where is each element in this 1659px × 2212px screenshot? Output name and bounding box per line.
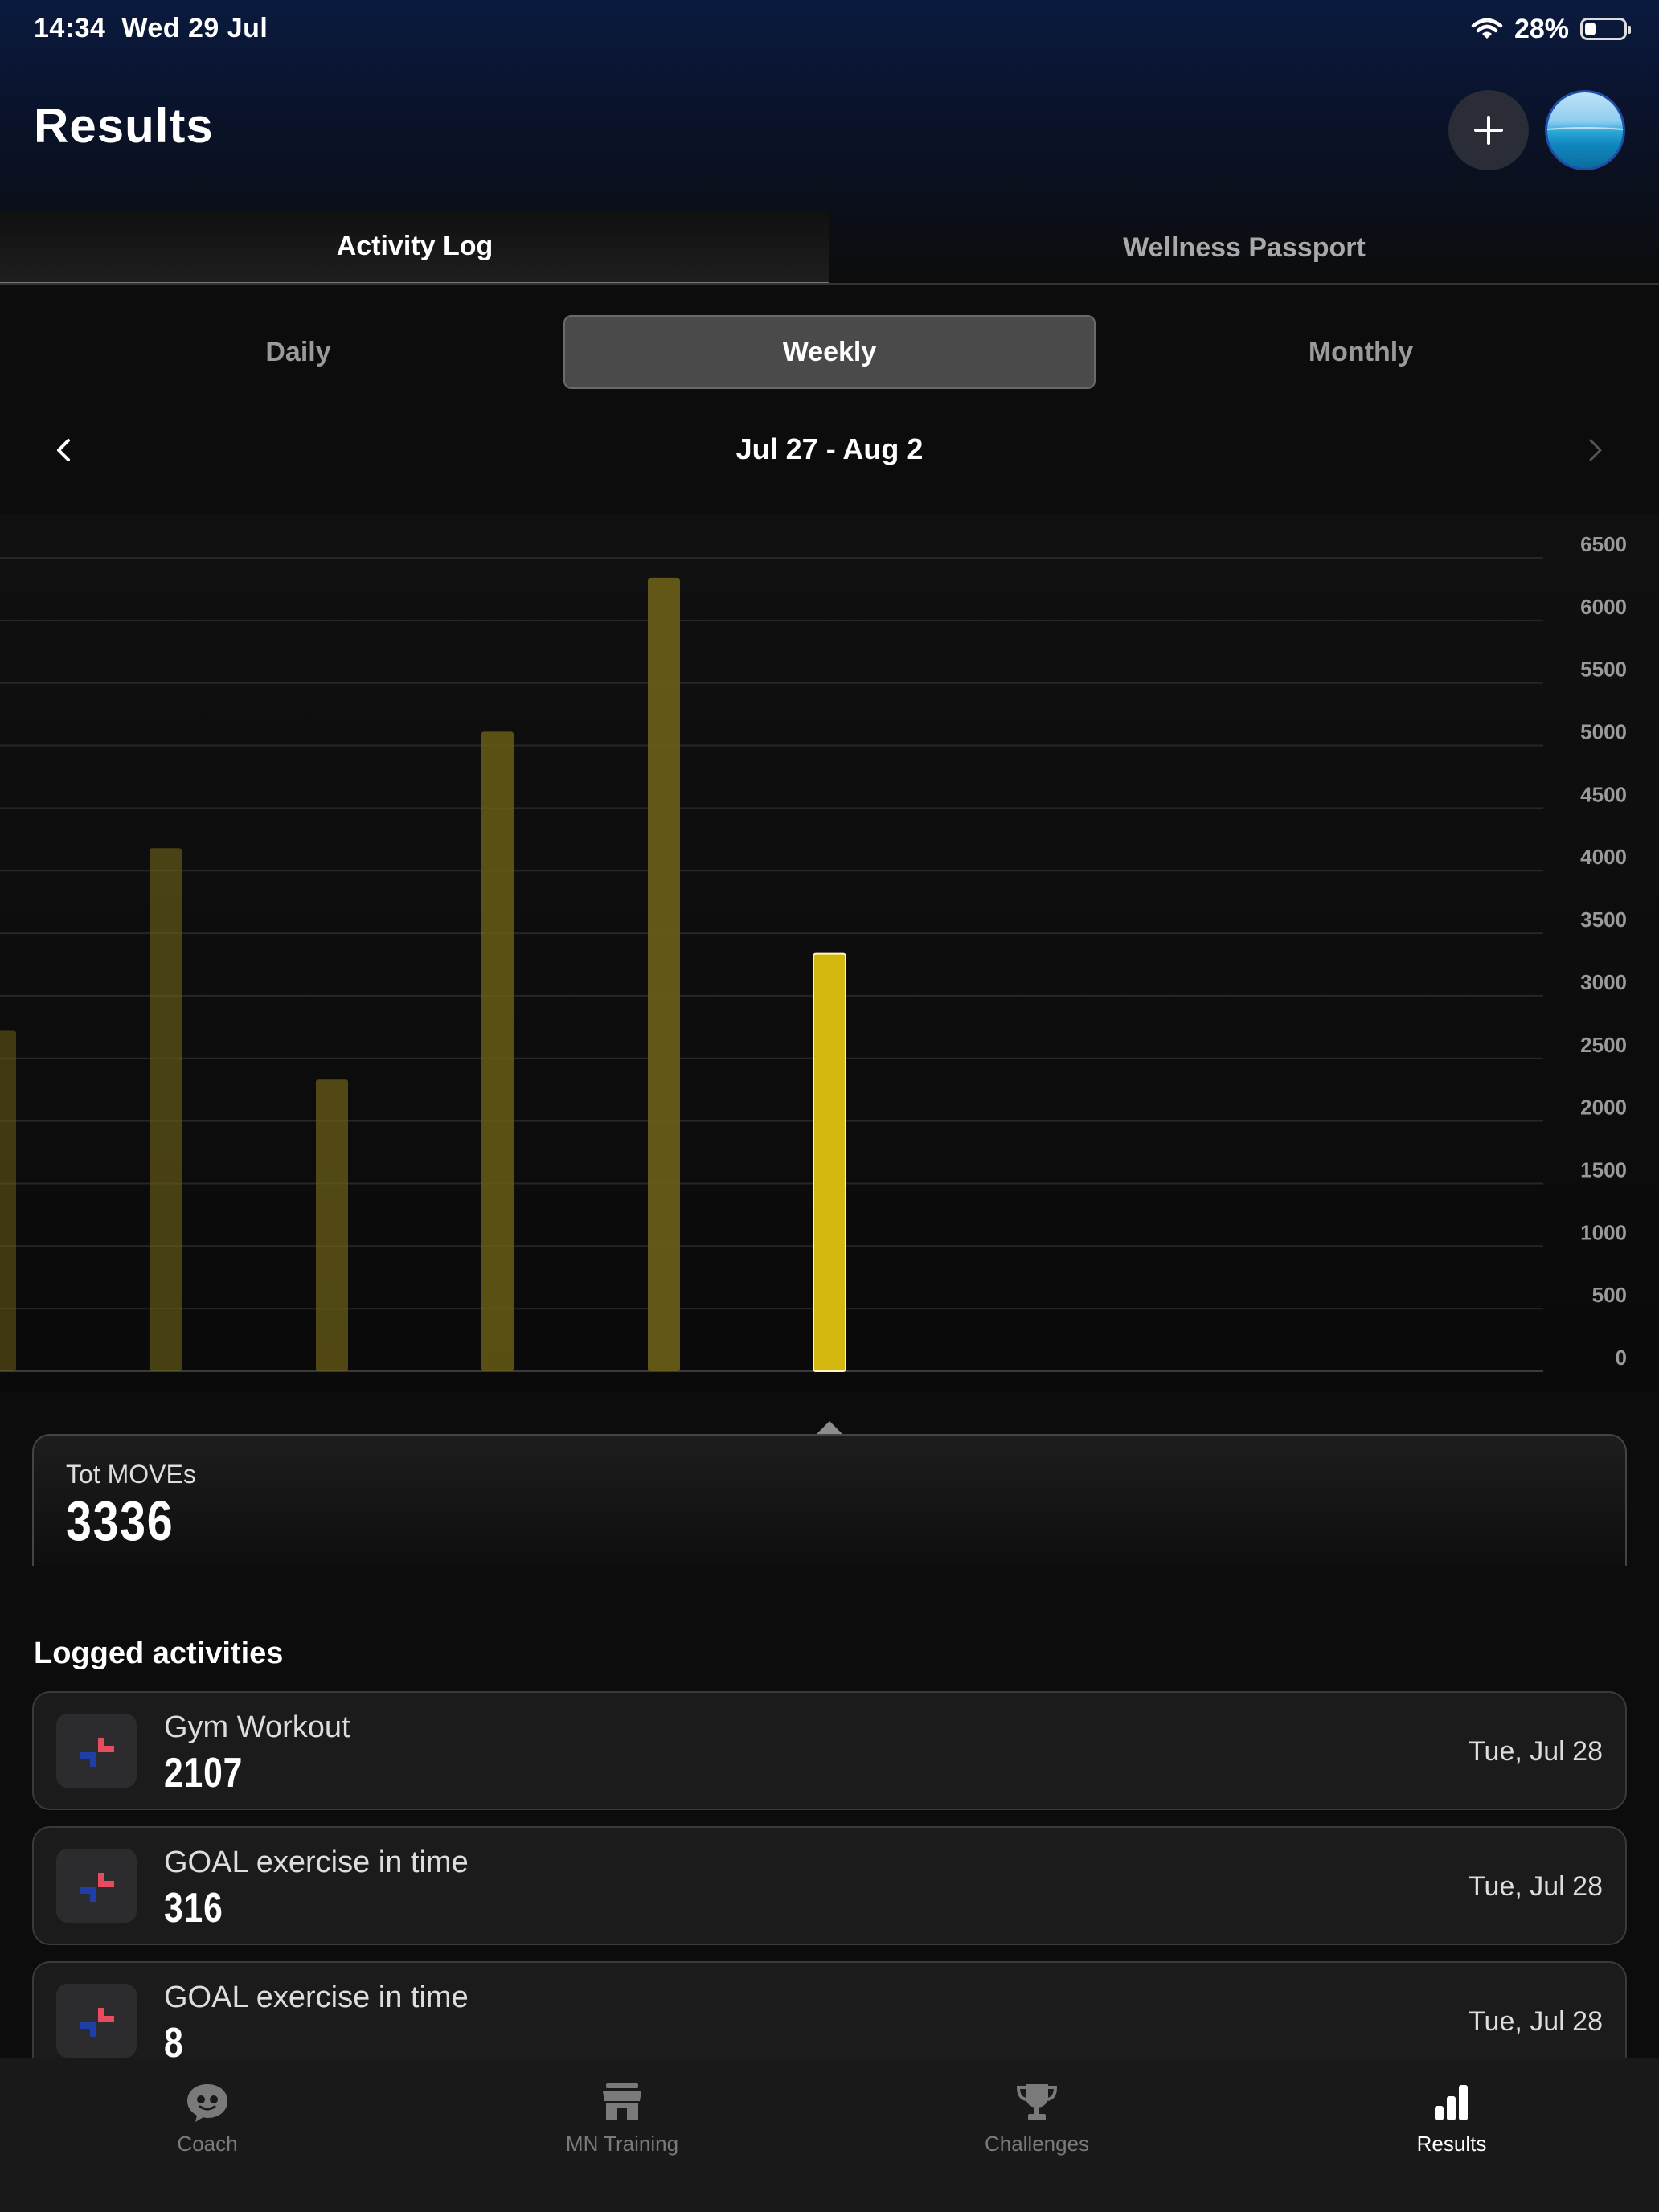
y-tick-label: 3500 (1580, 907, 1627, 932)
moves-bar-chart: 0 500 1000 1500 2000 2500 3000 3500 4000 4500 5000… (0, 514, 1659, 1391)
logged-activities-title: Logged activities (34, 1636, 284, 1670)
activity-cross-icon (80, 2008, 114, 2037)
period-monthly[interactable]: Monthly (1095, 315, 1627, 389)
activity-date: Tue, Jul 28 (1469, 1736, 1603, 1767)
y-tick-label: 5500 (1580, 657, 1627, 682)
tab-wellness-passport[interactable]: Wellness Passport (830, 211, 1659, 285)
period-daily-label: Daily (265, 336, 331, 367)
nav-mn-training[interactable]: MN Training (502, 2082, 743, 2178)
battery-icon (1580, 18, 1631, 40)
trophy-icon (1016, 2084, 1058, 2120)
nav-coach[interactable]: Coach (87, 2082, 328, 2178)
y-tick-label: 500 (1592, 1283, 1627, 1307)
status-date: Wed 29 Jul (121, 13, 268, 43)
y-tick-label: 6500 (1580, 532, 1627, 556)
total-moves-card: Tot MOVEs 3336 (32, 1434, 1627, 1566)
period-monthly-label: Monthly (1308, 336, 1414, 367)
activity-date: Tue, Jul 28 (1469, 1871, 1603, 1902)
activity-name: Gym Workout (164, 1710, 350, 1744)
activity-item[interactable]: Gym Workout 2107 Tue, Jul 28 (32, 1691, 1627, 1810)
chart-bar[interactable] (0, 1030, 16, 1371)
selected-bar-pointer (817, 1421, 842, 1434)
activity-value: 2107 (164, 1750, 244, 1796)
activity-item[interactable]: GOAL exercise in time 316 Tue, Jul 28 (32, 1826, 1627, 1945)
status-time: 14:34 Wed 29 Jul (34, 13, 268, 44)
bottom-navigation: Coach MN Training Challenges Results (0, 2058, 1659, 2212)
chart-bar[interactable] (316, 1079, 348, 1371)
activity-icon (56, 1849, 137, 1923)
bar-chart-icon (1435, 2085, 1468, 2120)
tab-activity-log-label: Activity Log (336, 231, 494, 261)
tabs-divider (0, 283, 1659, 285)
add-button[interactable] (1448, 90, 1529, 170)
y-tick-label: 0 (1616, 1346, 1627, 1370)
top-tabs: Activity Log Wellness Passport (0, 211, 1659, 285)
y-tick-label: 6000 (1580, 595, 1627, 619)
nav-results-label: Results (1416, 2132, 1487, 2156)
activity-cross-icon (80, 1873, 114, 1902)
status-bar: 14:34 Wed 29 Jul 28% (0, 0, 1659, 58)
battery-percentage: 28% (1514, 13, 1569, 44)
period-weekly-label: Weekly (782, 336, 877, 367)
status-clock: 14:34 (34, 13, 106, 43)
date-navigation: Jul 27 - Aug 2 (0, 418, 1659, 482)
wifi-icon (1471, 18, 1503, 39)
period-selector: Daily Weekly Monthly (0, 315, 1659, 389)
activity-icon (56, 1984, 137, 2058)
nav-coach-label: Coach (177, 2132, 238, 2156)
coach-icon (187, 2084, 227, 2122)
date-range-label: Jul 27 - Aug 2 (735, 432, 924, 465)
store-icon (603, 2083, 641, 2120)
y-tick-label: 2000 (1580, 1096, 1627, 1120)
activity-cross-icon (80, 1738, 114, 1767)
chart-bar[interactable] (648, 577, 680, 1371)
nav-results[interactable]: Results (1331, 2082, 1572, 2178)
tab-wellness-passport-label: Wellness Passport (1123, 231, 1366, 263)
nav-challenges-label: Challenges (984, 2132, 1090, 2156)
activity-value: 316 (164, 1885, 223, 1931)
nav-challenges[interactable]: Challenges (916, 2082, 1157, 2178)
y-tick-label: 4000 (1580, 845, 1627, 869)
period-weekly[interactable]: Weekly (563, 315, 1096, 389)
period-daily[interactable]: Daily (32, 315, 564, 389)
total-moves-label: Tot MOVEs (66, 1460, 196, 1489)
chevron-right-icon[interactable] (1579, 434, 1611, 466)
activity-name: GOAL exercise in time (164, 1981, 469, 2014)
nav-mn-training-label: MN Training (565, 2132, 679, 2156)
y-tick-label: 1000 (1580, 1220, 1627, 1244)
chart-bar[interactable] (150, 848, 182, 1371)
activity-icon (56, 1714, 137, 1788)
total-moves-value: 3336 (66, 1489, 174, 1552)
avatar[interactable] (1545, 90, 1625, 170)
status-indicators: 28% (1471, 11, 1631, 47)
y-tick-label: 1500 (1580, 1157, 1627, 1182)
y-tick-label: 2500 (1580, 1033, 1627, 1057)
chart-bar-selected[interactable] (813, 952, 846, 1372)
activity-date: Tue, Jul 28 (1469, 2006, 1603, 2037)
tab-activity-log[interactable]: Activity Log (0, 211, 830, 285)
chart-bar[interactable] (481, 731, 514, 1371)
page-title: Results (34, 99, 214, 153)
y-tick-label: 3000 (1580, 970, 1627, 994)
y-tick-label: 4500 (1580, 782, 1627, 806)
plus-icon (1474, 116, 1503, 145)
battery-fill (1585, 23, 1596, 35)
avatar-photo (1547, 127, 1623, 130)
activity-name: GOAL exercise in time (164, 1845, 469, 1879)
y-tick-label: 5000 (1580, 720, 1627, 744)
